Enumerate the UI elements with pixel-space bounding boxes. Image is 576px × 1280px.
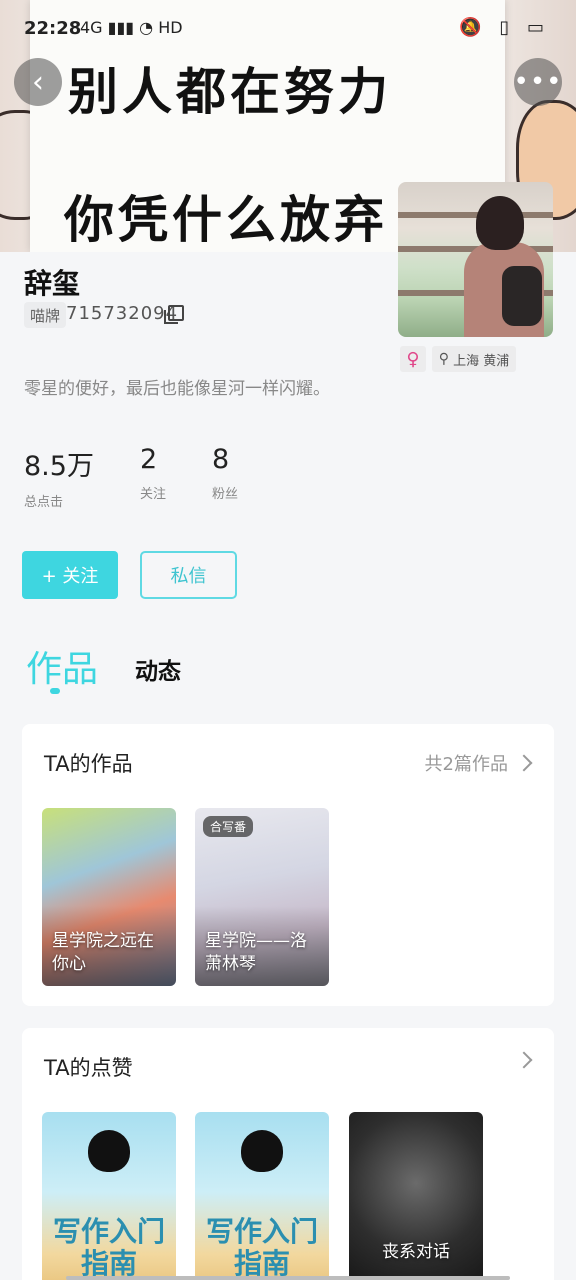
location-text: 上海 黄浦 <box>453 353 510 369</box>
likes-more-link[interactable] <box>508 1051 533 1069</box>
stat-value: 8 <box>212 444 230 475</box>
liked-item[interactable]: 丧系对话 <box>349 1112 483 1280</box>
stat-total-clicks: 8.5万 总点击 <box>24 444 94 510</box>
copy-icon[interactable] <box>164 305 184 324</box>
stat-value: 2 <box>140 444 158 475</box>
follow-button[interactable]: + 关注 <box>22 551 118 599</box>
stat-value: 8.5万 <box>24 451 94 482</box>
liked-cover-text: 写作入门指南 <box>205 1215 318 1280</box>
liked-item[interactable]: 写作入门指南 <box>42 1112 176 1280</box>
tab-dynamics[interactable]: 动态 <box>135 652 181 686</box>
cat-mascot-icon <box>241 1130 283 1172</box>
more-button[interactable]: ••• <box>514 58 562 106</box>
id-label-badge: 喵牌 <box>24 302 67 328</box>
liked-item[interactable]: 写作入门指南 <box>195 1112 329 1280</box>
horizontal-scrollbar[interactable] <box>66 1276 510 1280</box>
works-count-link[interactable]: 共2篇作品 <box>424 750 533 776</box>
avatar[interactable] <box>398 182 553 337</box>
chevron-right-icon <box>515 1051 533 1069</box>
liked-cover-text: 写作入门指南 <box>52 1215 165 1280</box>
chevron-right-icon <box>515 754 533 772</box>
stat-label: 关注 <box>140 487 167 502</box>
work-item[interactable]: 星学院之远在你心 <box>42 808 176 986</box>
user-id-number: 715732094 <box>66 303 179 324</box>
tab-active-indicator <box>50 688 60 694</box>
status-right-icons: 🔕 ▯ ▭ <box>459 17 550 38</box>
back-button[interactable]: ‹ <box>14 58 62 106</box>
stat-following[interactable]: 2 关注 <box>140 444 166 502</box>
avatar-figure-bag <box>502 266 542 326</box>
cover-text-line1: 别人都在努力 <box>68 62 392 121</box>
gender-badge: ♀ <box>400 346 426 372</box>
works-count: 共2篇作品 <box>424 754 508 775</box>
signal-icon: 4G ▮▮▮ ◔ HD <box>80 18 183 37</box>
more-dots-icon: ••• <box>513 67 563 97</box>
works-card: TA的作品 共2篇作品 星学院之远在你心 合写番 星学院——洛萧林琴 <box>22 724 554 1006</box>
message-button[interactable]: 私信 <box>140 551 237 599</box>
user-name: 辞玺 <box>24 267 81 300</box>
liked-title: 丧系对话 <box>382 1242 450 1262</box>
likes-section-title: TA的点赞 <box>44 1056 133 1080</box>
work-title: 星学院——洛萧林琴 <box>205 931 307 974</box>
status-time: 22:28 <box>24 18 82 39</box>
stat-label: 总点击 <box>24 495 64 510</box>
tab-works[interactable]: 作品 <box>26 640 98 692</box>
chevron-left-icon: ‹ <box>32 64 44 100</box>
female-icon: ♀ <box>406 348 420 370</box>
cat-mascot-icon <box>88 1130 130 1172</box>
co-write-badge: 合写番 <box>203 816 254 837</box>
location-pin-icon: ⚲ <box>438 351 450 367</box>
avatar-figure-hair <box>476 196 524 250</box>
stat-fans[interactable]: 8 粉丝 <box>212 444 238 502</box>
works-section-title: TA的作品 <box>44 752 133 776</box>
work-item[interactable]: 合写番 星学院——洛萧林琴 <box>195 808 329 986</box>
location-badge: ⚲ 上海 黄浦 <box>432 346 516 372</box>
user-bio: 零星的便好，最后也能像星河一样闪耀。 <box>24 379 330 399</box>
work-title: 星学院之远在你心 <box>52 931 154 974</box>
likes-card: TA的点赞 写作入门指南 写作入门指南 丧系对话 <box>22 1028 554 1280</box>
wifi-label: HD <box>158 18 183 37</box>
status-bar: 22:28 4G ▮▮▮ ◔ HD 🔕 ▯ ▭ <box>0 0 576 58</box>
stat-label: 粉丝 <box>212 487 239 502</box>
cover-text-line2: 你凭什么放弃 <box>64 190 388 249</box>
